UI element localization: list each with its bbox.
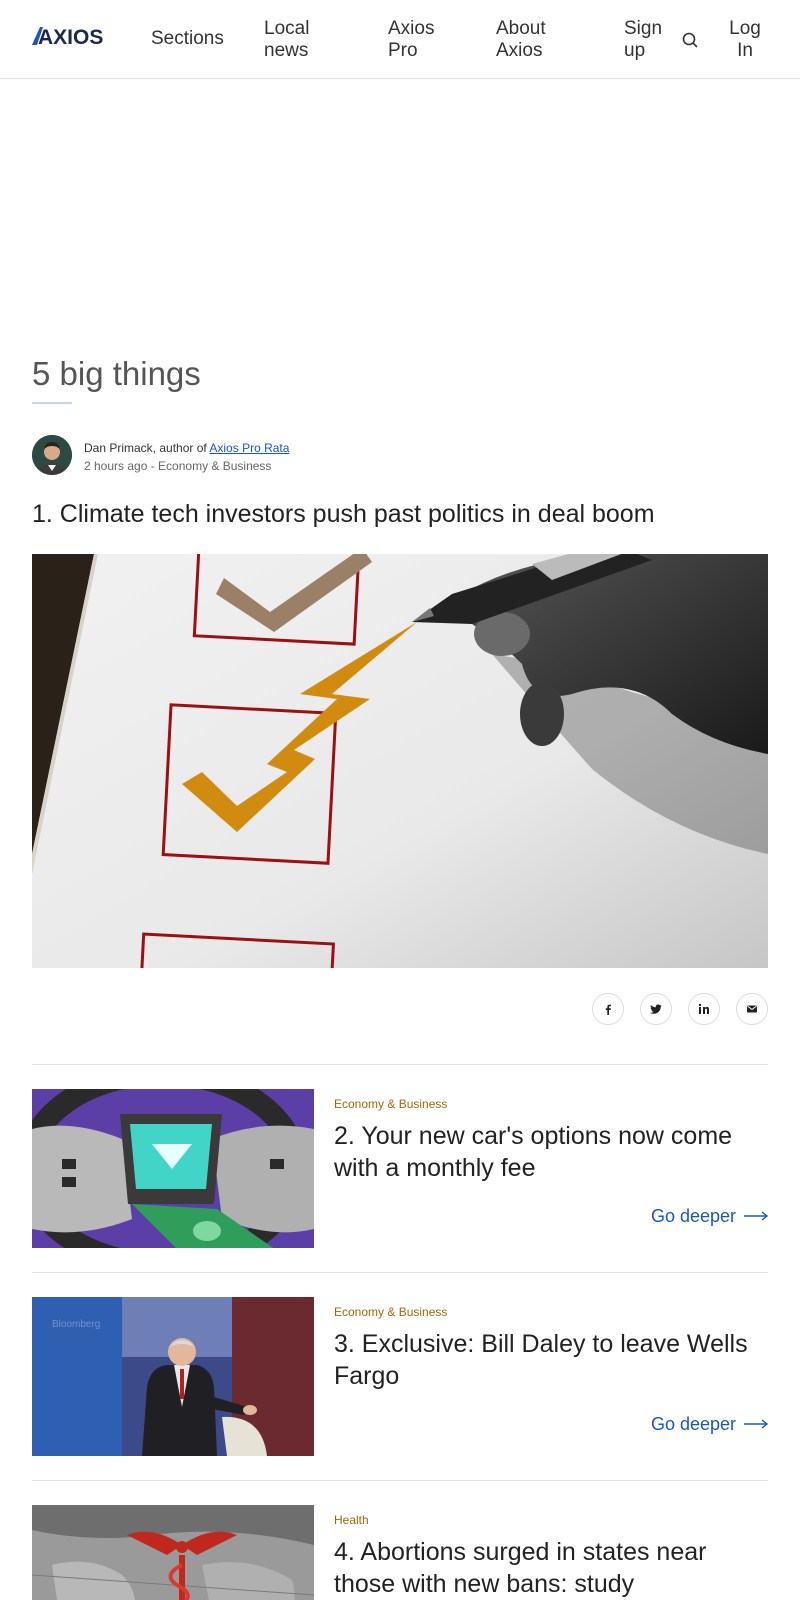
- arrow-right-icon: [744, 1419, 768, 1429]
- go-deeper-label: Go deeper: [650, 1206, 736, 1226]
- share-facebook-button[interactable]: [592, 993, 624, 1025]
- nav-axios-pro[interactable]: Axios Pro: [388, 18, 448, 62]
- story-3-go-deeper-link[interactable]: Go deeper: [651, 1412, 768, 1436]
- story-1-title[interactable]: 1. Climate tech investors push past poli…: [32, 498, 655, 530]
- share-linkedin-button[interactable]: [688, 993, 720, 1025]
- nav-sections[interactable]: Sections: [151, 28, 224, 50]
- story-2-go-deeper-link[interactable]: Go deeper: [651, 1204, 768, 1228]
- author-text: Dan Primack, author of: [84, 441, 210, 455]
- story-2-title[interactable]: 2. Your new car's options now come with …: [334, 1120, 768, 1184]
- author-newsletter-link[interactable]: Axios Pro Rata: [209, 441, 289, 455]
- story-divider: [32, 1480, 768, 1481]
- facebook-icon: [605, 1004, 611, 1015]
- twitter-icon: [650, 1004, 662, 1014]
- linkedin-icon: [698, 1003, 709, 1014]
- story-4-title[interactable]: 4. Abortions surged in states near those…: [334, 1536, 768, 1600]
- svg-text:AXIOS: AXIOS: [38, 26, 103, 47]
- share-email-button[interactable]: [736, 993, 768, 1025]
- section-title: 5 big things: [32, 355, 201, 392]
- arrow-right-icon: [744, 1211, 768, 1221]
- story-3-title[interactable]: 3. Exclusive: Bill Daley to leave Wells …: [334, 1328, 768, 1392]
- section-title-underline: [32, 402, 72, 404]
- story-4-thumbnail[interactable]: [32, 1505, 314, 1600]
- story-meta: 2 hours ago - Economy & Business: [84, 459, 272, 473]
- story-3-category[interactable]: Economy & Business: [334, 1304, 447, 1320]
- author-avatar[interactable]: [32, 435, 72, 475]
- story-2-thumbnail[interactable]: [32, 1089, 314, 1248]
- nav-about-axios[interactable]: About Axios: [496, 18, 566, 62]
- story-4-category[interactable]: Health: [334, 1512, 369, 1528]
- story-1-hero-image[interactable]: [32, 554, 768, 968]
- story-2-category[interactable]: Economy & Business: [334, 1096, 447, 1112]
- axios-logo[interactable]: AXIOS: [32, 25, 104, 47]
- email-icon: [747, 1005, 757, 1013]
- site-header: AXIOS Sections Local news Axios Pro Abou…: [0, 0, 800, 79]
- go-deeper-label: Go deeper: [650, 1414, 736, 1434]
- search-button[interactable]: [680, 30, 700, 50]
- byline: Dan Primack, author of Axios Pro Rata: [84, 440, 289, 457]
- story-divider: [32, 1064, 768, 1065]
- nav-log-in[interactable]: Log In: [727, 18, 763, 62]
- story-divider: [32, 1272, 768, 1273]
- nav-local-news[interactable]: Local news: [264, 18, 336, 62]
- story-3-thumbnail[interactable]: Bloomberg: [32, 1297, 314, 1456]
- nav-sign-up[interactable]: Sign up: [624, 18, 674, 62]
- share-twitter-button[interactable]: [640, 993, 672, 1025]
- ad-placeholder: [0, 80, 800, 330]
- search-icon: [682, 32, 698, 48]
- svg-text:Bloomberg: Bloomberg: [52, 1319, 100, 1330]
